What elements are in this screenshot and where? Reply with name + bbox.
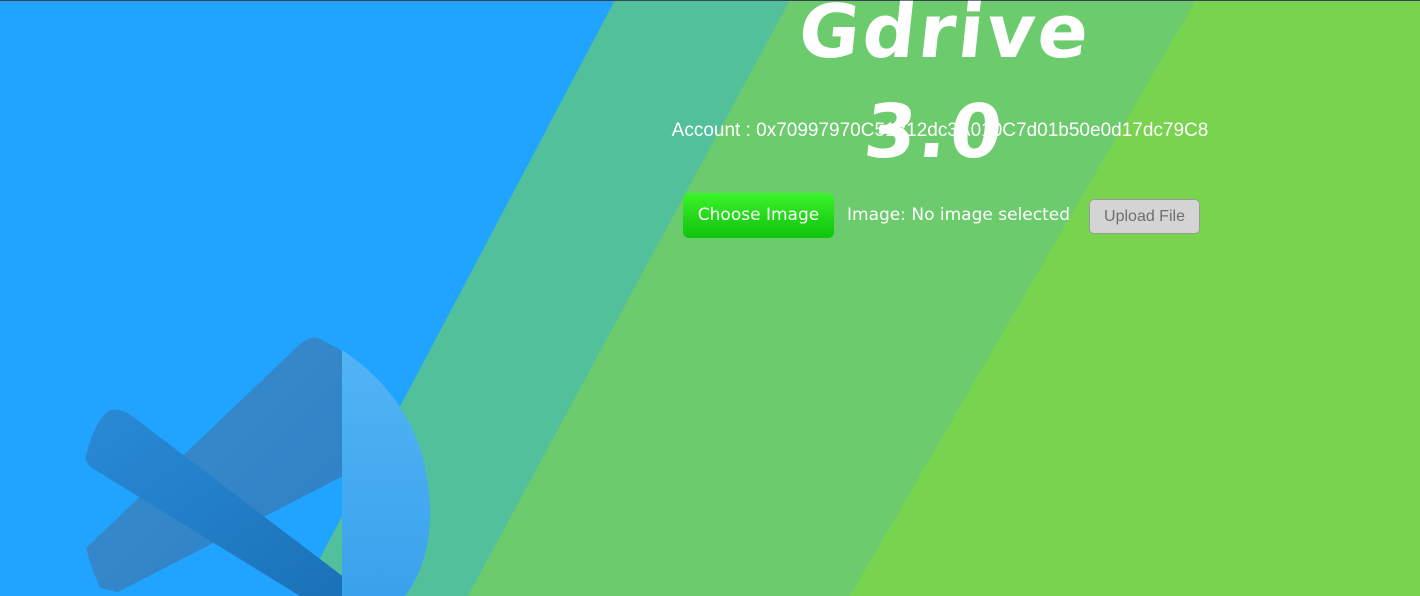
vscode-logo-icon xyxy=(85,337,431,596)
upload-file-button[interactable]: Upload File xyxy=(1089,199,1200,234)
choose-image-button[interactable]: Choose Image xyxy=(683,193,834,238)
image-status-text: Image: No image selected xyxy=(847,205,1071,225)
app-title: Gdrive 3.0 xyxy=(794,0,1096,175)
account-address: Account : 0x70997970C51812dc3A010C7d01b5… xyxy=(671,120,1209,141)
